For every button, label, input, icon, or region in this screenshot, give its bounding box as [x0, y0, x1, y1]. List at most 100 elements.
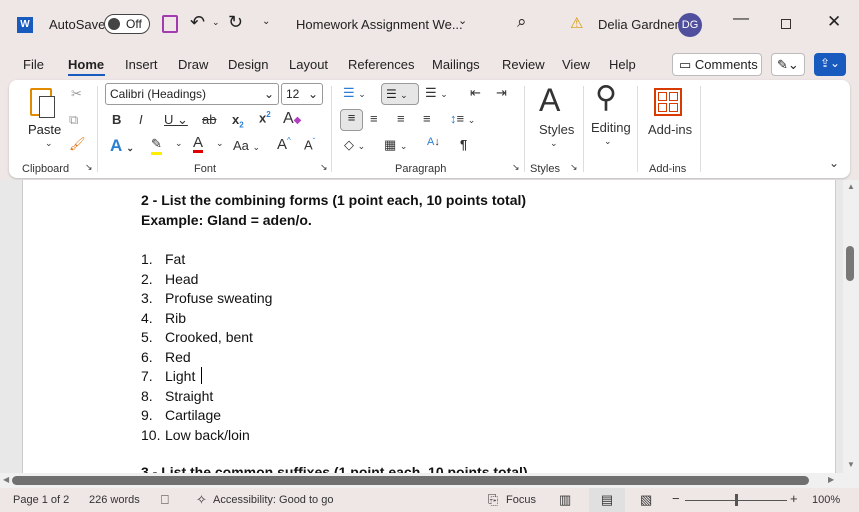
change-case-button[interactable]: Aa ⌄	[233, 138, 260, 153]
title-bar: W AutoSave Off ↶ ⌄ ↻ ⌄ Homework Assignme…	[0, 0, 859, 48]
align-left-button[interactable]: ≡	[340, 109, 363, 131]
align-right-icon[interactable]: ≡	[397, 111, 405, 126]
add-ins-button[interactable]: Add-ins	[648, 122, 692, 137]
add-ins-icon[interactable]	[654, 88, 682, 116]
justify-icon[interactable]: ≡	[423, 111, 431, 126]
save-icon[interactable]	[162, 15, 178, 33]
list-text: Red	[165, 348, 191, 365]
strikethrough-icon[interactable]: ab	[202, 112, 216, 127]
font-name-combo[interactable]: Calibri (Headings) ⌄	[105, 83, 279, 105]
styles-launcher-icon[interactable]: ↘	[570, 162, 578, 173]
undo-dropdown-icon[interactable]: ⌄	[212, 17, 220, 28]
web-layout-icon[interactable]: ▧	[640, 492, 652, 508]
font-launcher-icon[interactable]: ↘	[320, 162, 328, 173]
copy-icon[interactable]: ⧉	[69, 112, 78, 128]
styles-icon[interactable]: A	[539, 82, 560, 119]
document-title[interactable]: Homework Assignment We...	[296, 17, 463, 32]
editing-dropdown-icon[interactable]: ⌄	[604, 136, 612, 147]
line-spacing-icon[interactable]: ↕≡ ⌄	[450, 111, 475, 126]
page-count[interactable]: Page 1 of 2	[13, 494, 69, 506]
sort-icon[interactable]: A↓	[427, 136, 440, 148]
shrink-font-icon[interactable]: Aˇ	[304, 137, 315, 152]
scroll-down-icon[interactable]: ▼	[847, 460, 855, 469]
tab-draw[interactable]: Draw	[178, 57, 208, 72]
paste-button[interactable]: Paste	[28, 122, 61, 137]
clear-formatting-icon[interactable]: A◆	[283, 110, 301, 128]
undo-icon[interactable]: ↶	[190, 12, 205, 33]
font-size-combo[interactable]: 12 ⌄	[281, 83, 323, 105]
borders-icon[interactable]: ▦ ⌄	[384, 137, 407, 153]
comments-button[interactable]: ▭ Comments	[672, 53, 762, 76]
proofing-icon[interactable]: ⎕	[161, 492, 169, 508]
styles-button[interactable]: Styles	[539, 122, 574, 137]
zoom-level[interactable]: 100%	[812, 494, 840, 506]
print-layout-button[interactable]: ▤	[589, 488, 625, 512]
redo-icon[interactable]: ↻	[228, 12, 243, 33]
tab-review[interactable]: Review	[502, 57, 545, 72]
zoom-slider-thumb[interactable]	[735, 494, 738, 506]
list-item: 8. Straight	[141, 388, 213, 404]
clipboard-launcher-icon[interactable]: ↘	[85, 162, 93, 173]
bold-icon[interactable]: B	[112, 112, 121, 127]
paragraph-launcher-icon[interactable]: ↘	[512, 162, 520, 173]
grow-font-icon[interactable]: A^	[277, 136, 291, 153]
decrease-indent-icon[interactable]: ⇤	[470, 85, 481, 101]
tab-file[interactable]: File	[23, 57, 44, 72]
multilevel-list-icon[interactable]: ☰ ⌄	[425, 85, 448, 101]
tab-design[interactable]: Design	[228, 57, 268, 72]
format-painter-icon[interactable]: 🖌	[69, 136, 86, 152]
underline-icon[interactable]: U ⌄	[164, 112, 188, 128]
text-effects-icon[interactable]: A ⌄	[110, 136, 134, 156]
word-count[interactable]: 226 words	[89, 494, 140, 506]
shading-icon[interactable]: ◇ ⌄	[344, 137, 365, 153]
scroll-up-icon[interactable]: ▲	[847, 182, 855, 191]
customize-toolbar-icon[interactable]: ⌄	[262, 16, 270, 27]
vertical-scroll-thumb[interactable]	[846, 246, 854, 281]
autosave-toggle[interactable]: Off	[104, 14, 150, 34]
italic-icon[interactable]: I	[139, 112, 143, 127]
collapse-ribbon-icon[interactable]: ⌄	[829, 156, 839, 170]
editing-button[interactable]: Editing	[591, 120, 631, 135]
vertical-scrollbar[interactable]: ▲ ▼	[843, 180, 859, 473]
accessibility-icon: ✧	[196, 492, 207, 507]
focus-button[interactable]: Focus	[506, 494, 536, 506]
zoom-in-button[interactable]: +	[790, 491, 798, 506]
focus-icon[interactable]: ⎘	[488, 492, 498, 508]
show-formatting-icon[interactable]: ¶	[460, 137, 467, 152]
find-icon[interactable]: ⚲	[595, 80, 617, 115]
bullets-icon[interactable]: ☰ ⌄	[343, 85, 366, 101]
minimize-button[interactable]: —	[733, 10, 749, 28]
scroll-right-icon[interactable]: ▶	[828, 475, 834, 484]
accessibility-status[interactable]: Accessibility: Good to go	[213, 494, 333, 506]
tab-layout[interactable]: Layout	[289, 57, 328, 72]
numbering-button[interactable]: ☰ ⌄	[381, 83, 419, 105]
tab-insert[interactable]: Insert	[125, 57, 158, 72]
search-icon[interactable]: ⌕	[517, 12, 527, 32]
cut-icon[interactable]: ✂	[71, 86, 82, 102]
read-mode-icon[interactable]: ▥	[559, 492, 571, 508]
maximize-button[interactable]	[781, 19, 791, 29]
highlight-icon[interactable]: ✎	[151, 136, 162, 155]
tab-references[interactable]: References	[348, 57, 414, 72]
horizontal-scroll-thumb[interactable]	[12, 476, 809, 485]
tab-mailings[interactable]: Mailings	[432, 57, 480, 72]
scroll-left-icon[interactable]: ◀	[3, 475, 9, 484]
tab-help[interactable]: Help	[609, 57, 636, 72]
styles-dropdown-icon[interactable]: ⌄	[550, 138, 558, 149]
title-dropdown-icon[interactable]: ⌄	[458, 14, 467, 27]
avatar[interactable]: DG	[678, 13, 702, 37]
editing-mode-button[interactable]: ✎⌄	[771, 53, 805, 76]
user-name[interactable]: Delia Gardner	[598, 17, 679, 32]
subscript-icon[interactable]: x2	[232, 112, 244, 130]
increase-indent-icon[interactable]: ⇥	[496, 85, 507, 101]
font-color-icon[interactable]: A	[193, 135, 204, 153]
superscript-icon[interactable]: x2	[259, 110, 271, 125]
paste-dropdown-icon[interactable]: ⌄	[45, 138, 53, 149]
zoom-out-button[interactable]: −	[672, 491, 680, 506]
share-button[interactable]: ⇪⌄	[814, 53, 846, 76]
tab-home[interactable]: Home	[68, 57, 104, 72]
align-center-icon[interactable]: ≡	[370, 111, 378, 126]
horizontal-scrollbar[interactable]: ◀ ▶	[0, 473, 859, 488]
tab-view[interactable]: View	[562, 57, 590, 72]
close-button[interactable]: ✕	[827, 12, 841, 32]
